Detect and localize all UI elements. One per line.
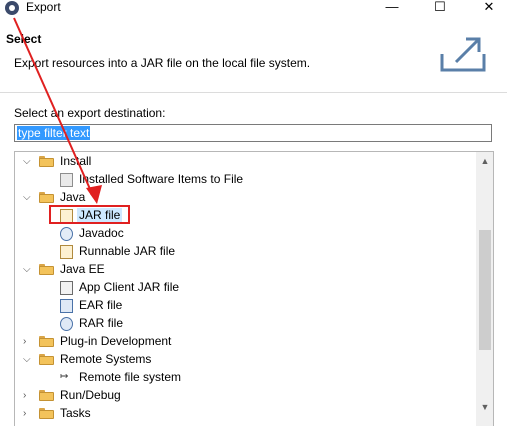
folder-icon <box>39 264 54 275</box>
chevron-down-icon[interactable]: ⌵ <box>23 355 33 365</box>
software-icon <box>60 173 73 187</box>
chevron-right-icon[interactable]: › <box>23 409 33 419</box>
folder-icon <box>39 408 54 419</box>
tree-item-app-client-jar[interactable]: App Client JAR file <box>15 279 475 297</box>
page-title: Select <box>6 32 42 46</box>
tree-node-plugin-development[interactable]: › Plug-in Development <box>15 333 475 351</box>
export-icon <box>440 37 486 72</box>
scrollbar-thumb[interactable] <box>479 230 491 350</box>
tree-scrollbar[interactable]: ▲ ▼ <box>476 152 493 426</box>
chevron-right-icon[interactable]: › <box>23 391 33 401</box>
folder-icon <box>39 336 54 347</box>
tree-item-ear-file[interactable]: EAR file <box>15 297 475 315</box>
scroll-down-icon[interactable]: ▼ <box>480 402 490 412</box>
eclipse-icon <box>5 1 19 15</box>
scroll-up-icon[interactable]: ▲ <box>480 156 490 166</box>
filter-text: type filter text <box>17 126 91 140</box>
wizard-header: Select Export resources into a JAR file … <box>0 22 507 92</box>
page-description: Export resources into a JAR file on the … <box>14 56 311 70</box>
chevron-down-icon[interactable]: ⌵ <box>23 265 33 275</box>
remote-file-icon: ↦ <box>60 371 69 382</box>
filter-input[interactable]: type filter text <box>14 124 492 142</box>
javadoc-icon <box>60 227 73 241</box>
tree-node-java-ee[interactable]: ⌵ Java EE <box>15 261 475 279</box>
header-separator <box>0 92 507 93</box>
chevron-right-icon[interactable]: › <box>23 337 33 347</box>
tree-node-install[interactable]: ⌵ Install <box>15 153 475 171</box>
folder-icon <box>39 354 54 365</box>
folder-icon <box>39 192 54 203</box>
tree-item-javadoc[interactable]: Javadoc <box>15 225 475 243</box>
tree-node-tasks[interactable]: › Tasks <box>15 405 475 423</box>
tree-item-runnable-jar[interactable]: Runnable JAR file <box>15 243 475 261</box>
chevron-down-icon[interactable]: ⌵ <box>23 157 33 167</box>
tree-item-installed-software[interactable]: Installed Software Items to File <box>15 171 475 189</box>
rar-icon <box>60 317 73 331</box>
app-client-icon <box>60 281 73 295</box>
folder-icon <box>39 156 54 167</box>
window-title: Export <box>26 0 61 14</box>
annotation-highlight-box <box>49 205 130 224</box>
jar-icon <box>60 245 73 259</box>
destination-label: Select an export destination: <box>14 106 166 120</box>
chevron-down-icon[interactable]: ⌵ <box>23 193 33 203</box>
destination-tree[interactable]: ⌵ Install Installed Software Items to Fi… <box>14 151 494 426</box>
tree-item-rar-file[interactable]: RAR file <box>15 315 475 333</box>
minimize-button[interactable]: — <box>381 0 403 17</box>
tree-node-remote-systems[interactable]: ⌵ Remote Systems <box>15 351 475 369</box>
maximize-button[interactable]: ☐ <box>429 0 451 17</box>
title-bar: Export — ☐ ✕ <box>0 0 507 22</box>
tree-item-remote-file-system[interactable]: ↦ Remote file system <box>15 369 475 387</box>
tree-node-run-debug[interactable]: › Run/Debug <box>15 387 475 405</box>
close-button[interactable]: ✕ <box>478 0 500 17</box>
ear-icon <box>60 299 73 313</box>
folder-icon <box>39 390 54 401</box>
